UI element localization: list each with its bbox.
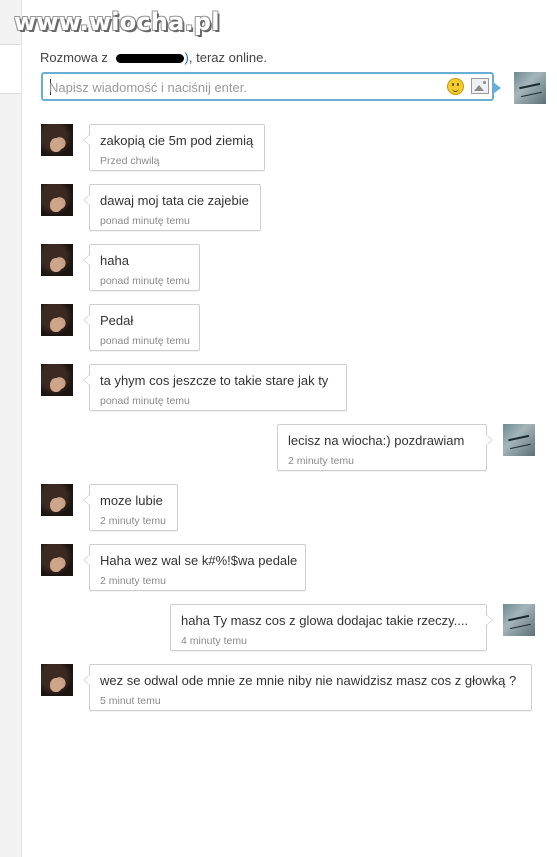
contact-avatar[interactable]: [41, 484, 73, 516]
message-bubble: Pedał ponad minutę temu: [83, 304, 200, 351]
message-timestamp: ponad minutę temu: [100, 215, 190, 227]
message-text: haha: [100, 253, 129, 268]
message-text: ta yhym cos jeszcze to takie stare jak t…: [100, 373, 329, 388]
contact-avatar[interactable]: [41, 544, 73, 576]
message-text: Haha wez wal se k#%!$wa pedale: [100, 553, 298, 568]
contact-avatar[interactable]: [41, 364, 73, 396]
contact-avatar[interactable]: [41, 124, 73, 156]
message-bubble: Haha wez wal se k#%!$wa pedale 2 minuty t…: [83, 544, 306, 591]
message-bubble: dawaj moj tata cie zajebie ponad minutę t…: [83, 184, 261, 231]
smiley-icon[interactable]: [447, 78, 464, 95]
online-status: , teraz online.: [188, 50, 267, 65]
message-bubble: moze lubie 2 minuty temu: [83, 484, 178, 531]
message-timestamp: 2 minuty temu: [100, 515, 166, 527]
contact-avatar[interactable]: [41, 244, 73, 276]
my-avatar[interactable]: [503, 424, 535, 456]
contact-avatar[interactable]: [41, 184, 73, 216]
message-text: haha Ty masz cos z glowa dodajac takie r…: [181, 613, 469, 628]
watermark-logo: www.wiocha.pl: [14, 8, 220, 36]
conversation-header: Rozmowa z ), teraz online.: [40, 50, 267, 65]
message-timestamp: 4 minuty temu: [181, 635, 247, 647]
header-prefix: Rozmowa z: [40, 50, 108, 65]
message-text: Pedał: [100, 313, 134, 328]
message-timestamp: ponad minutę temu: [100, 275, 190, 287]
message-input[interactable]: [49, 77, 429, 97]
message-timestamp: 2 minuty temu: [100, 575, 166, 587]
redacted-name: [115, 54, 184, 64]
message-text: dawaj moj tata cie zajebie: [100, 193, 249, 208]
contact-avatar[interactable]: [41, 664, 73, 696]
message-timestamp: ponad minutę temu: [100, 335, 190, 347]
message-timestamp: 5 minut temu: [100, 695, 161, 707]
message-composer[interactable]: [41, 72, 501, 101]
message-text: wez se odwal ode mnie ze mnie niby nie n…: [100, 673, 517, 688]
message-bubble: lecisz na wiocha:) pozdrawiam 2 minuty te…: [277, 424, 493, 471]
message-text: moze lubie: [100, 493, 163, 508]
message-bubble: haha ponad minutę temu: [83, 244, 200, 291]
message-text: lecisz na wiocha:) pozdrawiam: [288, 433, 465, 448]
message-timestamp: ponad minutę temu: [100, 395, 190, 407]
message-text: zakopią cie 5m pod ziemią: [100, 133, 254, 148]
left-sidebar-edge: [0, 44, 21, 94]
my-avatar[interactable]: [514, 72, 546, 104]
message-bubble: wez se odwal ode mnie ze mnie niby nie n…: [83, 664, 532, 711]
message-bubble: zakopią cie 5m pod ziemią Przed chwilą: [83, 124, 265, 171]
message-timestamp: Przed chwilą: [100, 155, 160, 167]
image-icon[interactable]: [471, 78, 489, 94]
message-bubble: haha Ty masz cos z glowa dodajac takie r…: [170, 604, 493, 651]
message-timestamp: 2 minuty temu: [288, 455, 354, 467]
my-avatar[interactable]: [503, 604, 535, 636]
message-bubble: ta yhym cos jeszcze to takie stare jak t…: [83, 364, 347, 411]
contact-avatar[interactable]: [41, 304, 73, 336]
